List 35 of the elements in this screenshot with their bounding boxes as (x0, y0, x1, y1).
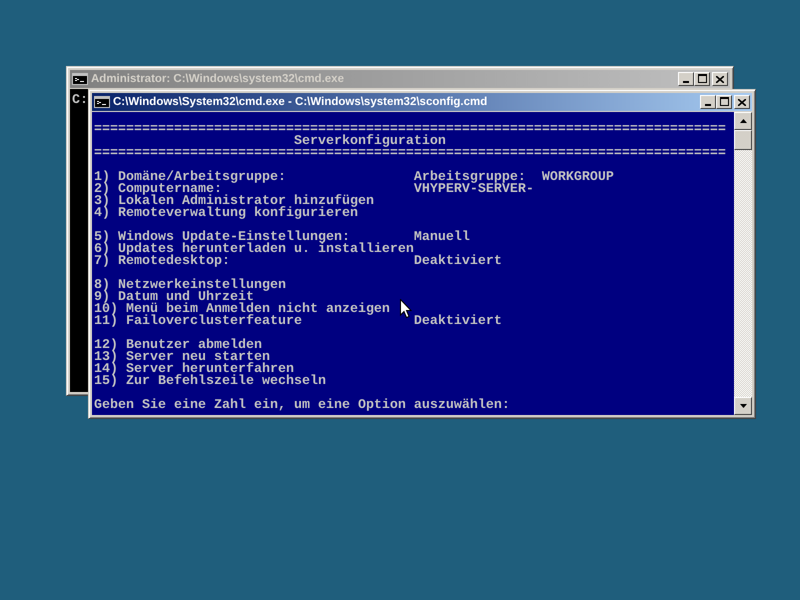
close-icon (716, 76, 724, 82)
close-button[interactable] (734, 95, 750, 109)
scroll-down-button[interactable] (734, 397, 752, 415)
scroll-thumb[interactable] (734, 130, 752, 150)
close-icon (738, 98, 746, 106)
menu-option: 11) Failoverclusterfeature (94, 316, 302, 328)
console-icon (72, 73, 88, 85)
console-text: C: (72, 95, 88, 107)
maximize-icon (698, 74, 706, 83)
console-icon (94, 96, 110, 108)
separator-line: =============================================================================== (94, 148, 726, 160)
menu-option: 7) Remotedesktop: (94, 256, 230, 268)
option-value: Deaktiviert (414, 256, 502, 268)
mouse-pointer-icon (400, 299, 412, 319)
maximize-button[interactable] (716, 95, 732, 109)
input-prompt: Geben Sie eine Zahl ein, um eine Option auszuwählen: (94, 400, 510, 412)
down-arrow-icon (740, 404, 746, 408)
maximize-icon (720, 97, 728, 106)
scroll-up-button[interactable] (734, 112, 752, 130)
window-title: C:\Windows\System32\cmd.exe - C:\Windows\system32\sconfig.cmd (113, 96, 488, 108)
minimize-button[interactable] (700, 95, 716, 109)
scrollbar[interactable] (734, 112, 752, 415)
menu-heading: Serverkonfiguration (294, 136, 446, 148)
option-value: VHYPERV-SERVER- (414, 184, 534, 196)
menu-option: 8) Netzwerkeinstellungen (94, 280, 286, 292)
option-value: Manuell (414, 232, 470, 244)
menu-option: 4) Remoteverwaltung konfigurieren (94, 208, 358, 220)
up-arrow-icon (740, 119, 746, 123)
option-value: Deaktiviert (414, 316, 502, 328)
menu-option: 2) Computername: (94, 184, 222, 196)
menu-option: 12) Benutzer abmelden (94, 340, 262, 352)
menu-option: 1) Domäne/Arbeitsgruppe: (94, 172, 286, 184)
menu-option: 15) Zur Befehlszeile wechseln (94, 376, 326, 388)
window-title: Administrator: C:\Windows\system32\cmd.exe (91, 73, 345, 85)
option-value: Arbeitsgruppe: WORKGROUP (414, 172, 614, 184)
